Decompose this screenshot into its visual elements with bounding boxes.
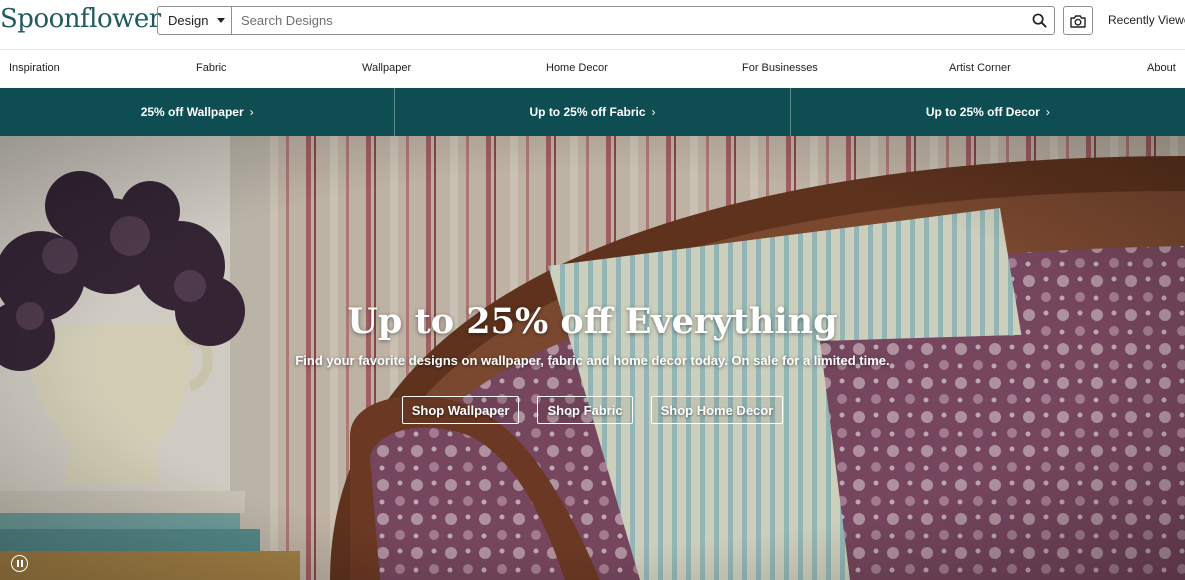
nav-item-for-businesses[interactable]: For Businesses bbox=[742, 62, 818, 74]
promo-bar: 25% off Wallpaper › Up to 25% off Fabric… bbox=[0, 88, 1185, 136]
promo-decor-link[interactable]: Up to 25% off Decor › bbox=[791, 88, 1185, 136]
shop-fabric-button[interactable]: Shop Fabric bbox=[537, 396, 633, 424]
hero-title: Up to 25% off Everything bbox=[347, 301, 838, 342]
caret-down-icon bbox=[217, 18, 226, 23]
hero-subtitle: Find your favorite designs on wallpaper,… bbox=[295, 353, 890, 368]
nav-item-wallpaper[interactable]: Wallpaper bbox=[362, 62, 411, 74]
pause-icon bbox=[16, 560, 19, 567]
recently-viewed-link[interactable]: Recently Viewed bbox=[1108, 13, 1185, 27]
promo-wallpaper-link[interactable]: 25% off Wallpaper › bbox=[0, 88, 396, 136]
chevron-right-icon: › bbox=[1045, 105, 1050, 119]
hero-banner: Up to 25% off Everything Find your favor… bbox=[0, 136, 1185, 580]
nav-item-fabric[interactable]: Fabric bbox=[196, 62, 227, 74]
chevron-right-icon: › bbox=[249, 105, 254, 119]
nav-item-artist-corner[interactable]: Artist Corner bbox=[949, 62, 1011, 74]
search-category-label: Design bbox=[168, 13, 209, 28]
shop-home-decor-button[interactable]: Shop Home Decor bbox=[650, 396, 784, 424]
promo-label: Up to 25% off Fabric bbox=[529, 105, 646, 119]
visual-search-button[interactable] bbox=[1063, 6, 1093, 35]
pause-icon bbox=[20, 560, 23, 567]
hero-button-group: Shop Wallpaper Shop Fabric Shop Home Dec… bbox=[0, 396, 1185, 424]
site-header: Spoonflower Design Recently Viewed bbox=[0, 0, 1185, 50]
search-input[interactable] bbox=[232, 7, 1024, 34]
camera-icon bbox=[1070, 14, 1086, 28]
nav-item-home-decor[interactable]: Home Decor bbox=[546, 62, 608, 74]
main-nav: Inspiration Fabric Wallpaper Home Decor … bbox=[0, 50, 1185, 88]
shop-wallpaper-button[interactable]: Shop Wallpaper bbox=[401, 396, 520, 424]
spoonflower-logo[interactable]: Spoonflower bbox=[0, 4, 161, 34]
chevron-right-icon: › bbox=[651, 105, 656, 119]
search-bar: Design bbox=[157, 6, 1055, 35]
search-icon bbox=[1032, 13, 1047, 28]
search-button[interactable] bbox=[1024, 7, 1054, 34]
pause-slideshow-button[interactable] bbox=[11, 555, 28, 572]
nav-item-about[interactable]: About bbox=[1147, 62, 1176, 74]
nav-item-inspiration[interactable]: Inspiration bbox=[9, 62, 60, 74]
promo-label: Up to 25% off Decor bbox=[925, 105, 1040, 119]
promo-fabric-link[interactable]: Up to 25% off Fabric › bbox=[395, 88, 791, 136]
search-category-select[interactable]: Design bbox=[158, 7, 232, 34]
promo-label: 25% off Wallpaper bbox=[140, 105, 244, 119]
